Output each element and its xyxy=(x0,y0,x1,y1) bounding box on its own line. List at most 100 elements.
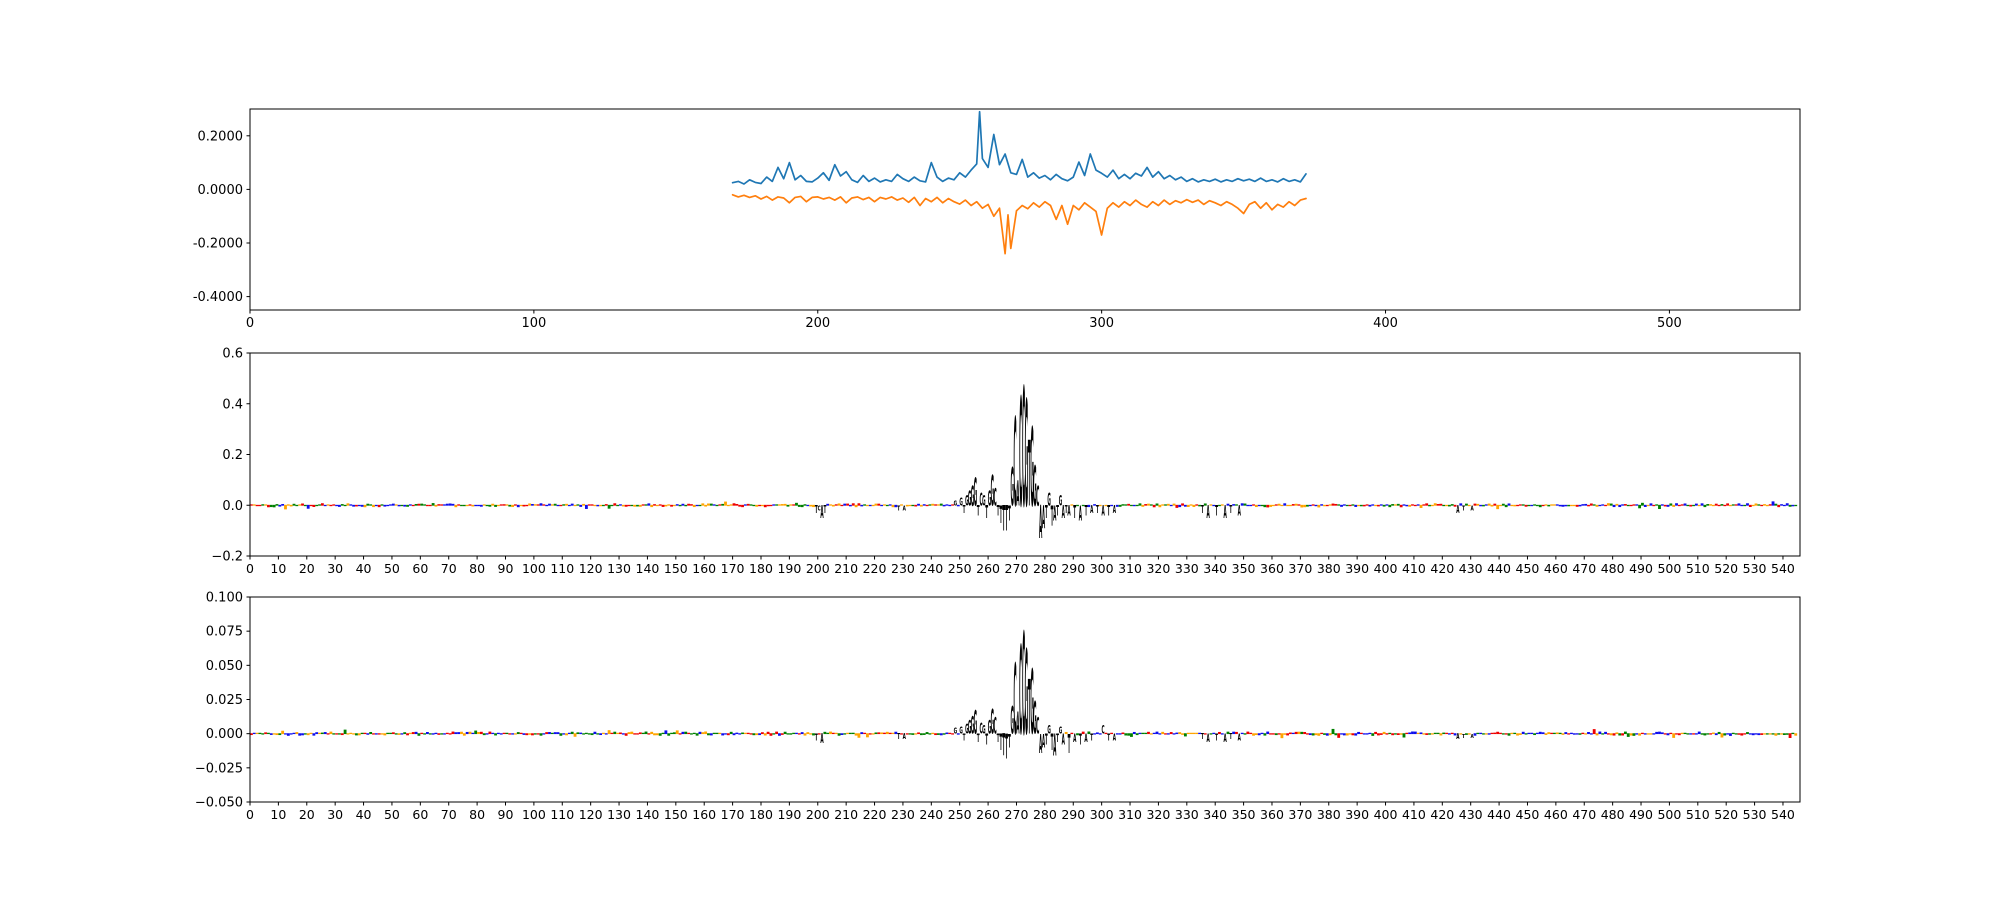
logo-letter-A: A xyxy=(1090,504,1094,516)
logo-letter-A: A xyxy=(903,733,906,742)
logo-letter-T: T xyxy=(1215,503,1218,519)
x-tick-label: 450 xyxy=(1516,807,1540,822)
x-tick-label: 110 xyxy=(550,561,574,576)
x-tick-label: 180 xyxy=(749,561,773,576)
logo-letter-T: T xyxy=(1229,733,1232,742)
logo-letter-A: A xyxy=(1084,731,1087,744)
x-tick-label: 480 xyxy=(1601,807,1625,822)
x-tick-label: 520 xyxy=(1714,807,1738,822)
x-tick-label: 140 xyxy=(636,807,660,822)
x-tick-label: 490 xyxy=(1629,807,1653,822)
x-tick-label: 170 xyxy=(721,807,745,822)
x-tick-label: 380 xyxy=(1317,561,1341,576)
x-tick-label: 70 xyxy=(441,561,457,576)
bottom-logo-chart-logo-glyphs: TATAGGTGGGGTCGTGGCTTTTTGCACCGTGGCAATGTAT… xyxy=(815,605,1474,768)
x-tick-label: 240 xyxy=(919,807,943,822)
x-tick-label: 410 xyxy=(1402,561,1426,576)
logo-letter-T: T xyxy=(815,731,818,743)
x-tick-label: 100 xyxy=(521,316,546,331)
x-tick-label: 270 xyxy=(1005,561,1029,576)
middle-logo-chart-y-axis: 0.60.40.20.0−0.2 xyxy=(211,347,250,565)
logo-letter-T: T xyxy=(1201,504,1204,516)
x-tick-label: 160 xyxy=(692,561,716,576)
x-tick-label: 160 xyxy=(692,807,716,822)
x-tick-label: 20 xyxy=(299,807,315,822)
y-tick-label: −0.050 xyxy=(195,796,243,811)
x-tick-label: 300 xyxy=(1089,316,1114,331)
x-tick-label: 370 xyxy=(1288,807,1312,822)
x-tick-label: 490 xyxy=(1629,561,1653,576)
bottom-logo-chart: 0102030405060708090100110120130140150160… xyxy=(195,591,1800,823)
logo-letter-T: T xyxy=(1085,503,1088,519)
x-tick-label: 260 xyxy=(976,807,1000,822)
x-tick-label: 530 xyxy=(1743,807,1767,822)
logo-letter-G: G xyxy=(954,500,958,507)
x-tick-label: 470 xyxy=(1572,561,1596,576)
x-tick-label: 270 xyxy=(1005,807,1029,822)
x-tick-label: 250 xyxy=(948,807,972,822)
x-tick-label: 200 xyxy=(806,561,830,576)
logo-letter-A: A xyxy=(1238,503,1241,519)
x-tick-label: 60 xyxy=(412,807,428,822)
logo-letter-C: C xyxy=(1102,723,1105,736)
x-tick-label: 420 xyxy=(1430,561,1454,576)
x-tick-label: 120 xyxy=(579,807,603,822)
y-tick-label: −0.2 xyxy=(211,550,243,565)
x-tick-label: 510 xyxy=(1686,807,1710,822)
x-tick-label: 330 xyxy=(1175,561,1199,576)
x-tick-label: 500 xyxy=(1657,807,1681,822)
x-tick-label: 330 xyxy=(1175,807,1199,822)
x-tick-label: 520 xyxy=(1714,561,1738,576)
top-line-chart-plot-border xyxy=(250,109,1800,310)
logo-letter-A: A xyxy=(903,505,907,512)
negative-strand-signal-line xyxy=(733,195,1306,254)
y-tick-label: −0.025 xyxy=(195,761,243,776)
x-tick-label: 350 xyxy=(1232,807,1256,822)
logo-letter-A: A xyxy=(1238,731,1241,743)
logo-letter-T: T xyxy=(1090,731,1093,743)
logo-letter-A: A xyxy=(1456,733,1459,742)
middle-logo-chart-logo-glyphs: TCATTAGGTGGGGTCGTGGCTTTTTGCACCGTGGCAATGT… xyxy=(815,355,1474,549)
x-tick-label: 40 xyxy=(356,561,372,576)
x-tick-label: 50 xyxy=(384,561,400,576)
x-tick-label: 390 xyxy=(1345,561,1369,576)
x-tick-label: 430 xyxy=(1459,561,1483,576)
x-tick-label: 310 xyxy=(1118,807,1142,822)
logo-letter-T: T xyxy=(823,504,826,516)
logo-letter-T: T xyxy=(1229,504,1232,516)
y-tick-label: 0.075 xyxy=(206,625,243,640)
x-tick-label: 540 xyxy=(1771,561,1795,576)
top-line-chart-y-axis: 0.20000.0000-0.2000-0.4000 xyxy=(193,129,250,305)
x-tick-label: 460 xyxy=(1544,807,1568,822)
x-tick-label: 390 xyxy=(1345,807,1369,822)
x-tick-label: 40 xyxy=(356,807,372,822)
y-tick-label: 0.2000 xyxy=(198,129,244,144)
x-tick-label: 150 xyxy=(664,561,688,576)
middle-logo-chart-x-axis: 0102030405060708090100110120130140150160… xyxy=(246,556,1795,576)
x-tick-label: 480 xyxy=(1601,561,1625,576)
x-tick-label: 430 xyxy=(1459,807,1483,822)
x-tick-label: 80 xyxy=(469,807,485,822)
logo-letter-T: T xyxy=(1079,731,1082,749)
x-tick-label: 310 xyxy=(1118,561,1142,576)
x-tick-label: 400 xyxy=(1374,807,1398,822)
x-tick-label: 20 xyxy=(299,561,315,576)
x-tick-label: 410 xyxy=(1402,807,1426,822)
y-tick-label: 0.100 xyxy=(206,591,243,606)
logo-letter-A: A xyxy=(820,732,823,747)
x-tick-label: 380 xyxy=(1317,807,1341,822)
logo-letter-A: A xyxy=(1470,733,1473,740)
y-tick-label: 0.6 xyxy=(222,347,243,362)
logo-letter-A: A xyxy=(1067,503,1070,519)
x-tick-label: 220 xyxy=(863,561,887,576)
logo-letter-A: A xyxy=(1101,503,1104,519)
logo-letter-A: A xyxy=(1079,501,1082,526)
y-tick-label: 0.025 xyxy=(206,693,243,708)
middle-logo-chart: 0102030405060708090100110120130140150160… xyxy=(211,347,1800,577)
x-tick-label: 240 xyxy=(919,561,943,576)
x-tick-label: 500 xyxy=(1657,316,1682,331)
x-tick-label: 540 xyxy=(1771,807,1795,822)
x-tick-label: 10 xyxy=(270,807,286,822)
x-tick-label: 400 xyxy=(1374,561,1398,576)
y-tick-label: 0.2 xyxy=(222,448,243,463)
